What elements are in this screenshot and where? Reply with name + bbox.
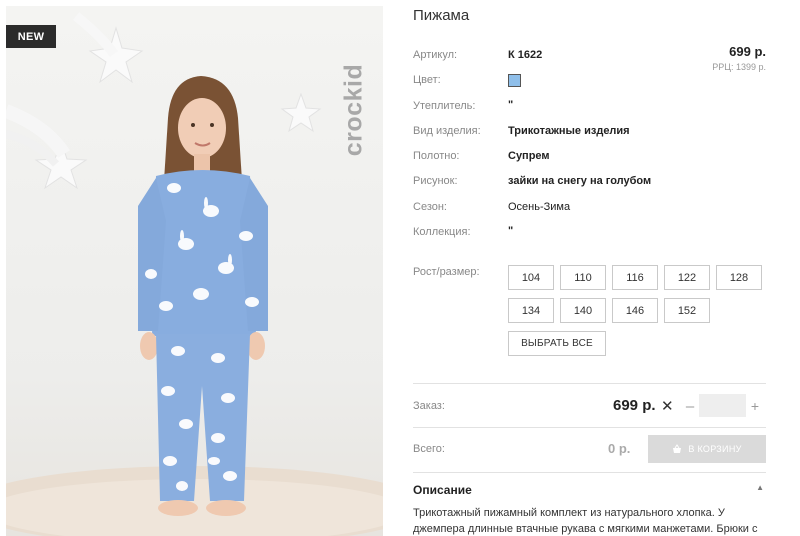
attr-value-insulation: "	[508, 99, 514, 111]
size-option-116[interactable]: 116	[612, 265, 658, 290]
total-label: Всего:	[413, 443, 445, 455]
brand-logo-text: crockid	[339, 63, 368, 157]
product-photo-illustration	[6, 12, 383, 536]
product-photo[interactable]: crockid	[6, 6, 383, 536]
description-text: Трикотажный пижамный комплект из натурал…	[413, 507, 758, 535]
attr-label-color: Цвет:	[413, 74, 441, 86]
divider	[413, 427, 766, 428]
brand-logo: crockid	[336, 26, 376, 166]
size-option-134[interactable]: 134	[508, 298, 554, 323]
size-option-140[interactable]: 140	[560, 298, 606, 323]
attr-value-product-type: Трикотажные изделия	[508, 125, 630, 137]
add-to-cart-label: В КОРЗИНУ	[688, 444, 742, 454]
sizes-label: Рост/размер:	[413, 266, 480, 278]
quantity-minus-button[interactable]: –	[683, 395, 697, 417]
new-badge: NEW	[6, 25, 56, 48]
description-title[interactable]: Описание	[413, 483, 472, 497]
attr-label-article: Артикул:	[413, 49, 458, 61]
product-price: 699 р.	[729, 44, 766, 59]
order-price: 699 р.	[613, 397, 656, 414]
divider	[413, 383, 766, 384]
color-swatch[interactable]	[508, 74, 521, 87]
product-rrp: РРЦ: 1399 р.	[712, 62, 766, 72]
chevron-up-icon[interactable]: ▲	[756, 483, 764, 492]
attr-value-collection: "	[508, 225, 514, 237]
divider	[413, 472, 766, 473]
product-title: Пижама	[413, 7, 470, 24]
size-option-110[interactable]: 110	[560, 265, 606, 290]
attr-label-fabric: Полотно:	[413, 150, 460, 162]
attr-label-collection: Коллекция:	[413, 226, 471, 238]
total-value: 0 р.	[608, 441, 631, 456]
order-label: Заказ:	[413, 400, 445, 412]
size-option-146[interactable]: 146	[612, 298, 658, 323]
attr-value-season: Осень-Зима	[508, 201, 571, 213]
attr-label-insulation: Утеплитель:	[413, 100, 476, 112]
size-option-122[interactable]: 122	[664, 265, 710, 290]
size-option-152[interactable]: 152	[664, 298, 710, 323]
attr-value-pattern: зайки на снегу на голубом	[508, 175, 652, 187]
size-option-104[interactable]: 104	[508, 265, 554, 290]
attr-label-pattern: Рисунок:	[413, 175, 458, 187]
select-all-sizes-button[interactable]: ВЫБРАТЬ ВСЕ	[508, 331, 606, 356]
product-info-panel: Пижама Артикул: К 1622 699 р. РРЦ: 1399 …	[413, 0, 766, 536]
attr-value-fabric: Супрем	[508, 150, 550, 162]
attr-label-product-type: Вид изделия:	[413, 125, 481, 137]
times-icon: ✕	[661, 398, 674, 415]
size-option-128[interactable]: 128	[716, 265, 762, 290]
attr-value-article: К 1622	[508, 49, 543, 61]
basket-icon	[673, 444, 682, 453]
add-to-cart-button[interactable]: В КОРЗИНУ	[648, 435, 766, 463]
quantity-plus-button[interactable]: +	[748, 395, 762, 417]
attr-label-season: Сезон:	[413, 201, 447, 213]
quantity-input[interactable]	[699, 394, 746, 417]
